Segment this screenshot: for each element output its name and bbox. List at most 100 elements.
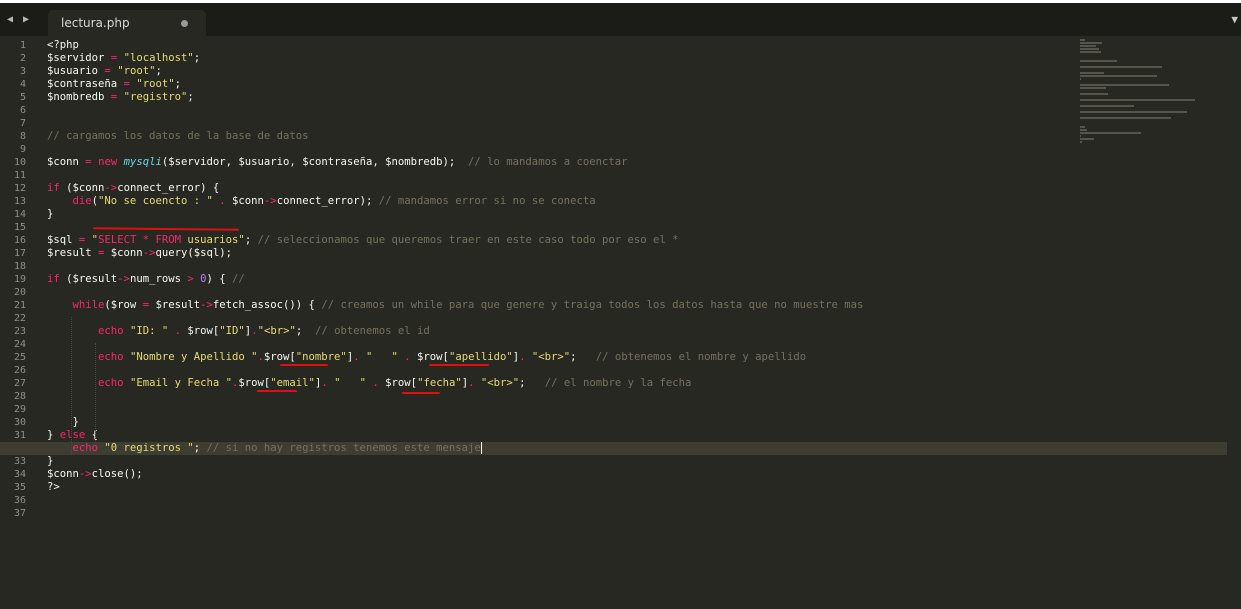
code-line[interactable] (47, 390, 1077, 403)
code-line[interactable]: echo "0 registros "; // si no hay regist… (0, 442, 1227, 455)
code-token: mysqli (123, 156, 162, 168)
annotation-underline (402, 392, 440, 394)
minimap[interactable] (1080, 39, 1210, 143)
code-line[interactable]: $servidor = "localhost"; (47, 52, 1077, 65)
chevron-down-icon[interactable]: ▼ (1231, 13, 1238, 26)
minimap-line (1080, 51, 1101, 53)
code-line[interactable]: die("No se coencto : " . $conn->connect_… (47, 195, 1077, 208)
code-token: $nombredb (47, 91, 111, 103)
code-token: ?> (47, 481, 60, 493)
code-line[interactable] (47, 507, 1077, 520)
line-number: 37 (13, 508, 26, 519)
code-line[interactable]: ?> (47, 481, 1077, 494)
line-number: 36 (13, 495, 26, 506)
minimap-line (1080, 117, 1171, 119)
code-line[interactable]: $conn->close(); (47, 468, 1077, 481)
code-token: fetch_assoc()) { (212, 299, 322, 311)
code-line[interactable] (47, 286, 1077, 299)
code-line[interactable] (47, 494, 1077, 507)
code-token: " " (365, 351, 398, 363)
code-token: -> (117, 273, 130, 285)
code-token: { (85, 429, 99, 441)
code-line[interactable]: echo "Email y Fecha ".$row["email"]. " "… (47, 377, 1077, 390)
code-line[interactable] (47, 403, 1077, 416)
code-token: // el nombre y la fecha (544, 377, 692, 389)
code-line[interactable]: } else { (47, 429, 1077, 442)
code-line[interactable] (47, 312, 1077, 325)
code-line[interactable]: $result = $conn->query($sql); (47, 247, 1077, 260)
line-number: 21 (13, 300, 26, 311)
line-number: 7 (19, 118, 26, 129)
code-line[interactable]: $conn = new mysqli($servidor, $usuario, … (47, 156, 1077, 169)
minimap-line (1080, 99, 1196, 101)
line-number: 16 (13, 235, 26, 246)
code-line[interactable]: $contraseña = "root"; (47, 78, 1077, 91)
code-line[interactable]: $usuario = "root"; (47, 65, 1077, 78)
code-line[interactable]: } (47, 416, 1077, 429)
code-line[interactable]: echo "Nombre y Apellido ".$row["nombre"]… (47, 351, 1077, 364)
code-line[interactable]: // cargamos los datos de la base de dato… (47, 130, 1077, 143)
line-number: 12 (13, 183, 26, 194)
code-token: "Email y Fecha " (129, 377, 232, 389)
indent-guide (71, 317, 72, 454)
code-line[interactable]: while($row = $result->fetch_assoc()) { /… (47, 299, 1077, 312)
line-number: 30 (13, 417, 26, 428)
code-editor[interactable]: 1 2 3 4 5 6 7 8 9 10 11 12 13 14 15 16 17 18 19 20 21 22 23 24 2… (0, 39, 1241, 609)
code-token: ; (193, 442, 207, 454)
code-line[interactable]: } (47, 208, 1077, 221)
code-token: "root" (136, 78, 175, 90)
code-line[interactable]: if ($result->num_rows > 0) { // (47, 273, 1077, 286)
triangle-left-icon[interactable]: ◀ (7, 15, 13, 25)
code-token: <?php (47, 39, 79, 51)
code-token: echo (98, 351, 124, 363)
code-line[interactable] (47, 260, 1077, 273)
code-line[interactable]: } (47, 455, 1077, 468)
code-token: ($row (104, 299, 143, 311)
code-token: close(); (91, 468, 143, 480)
code-token: } (47, 208, 54, 220)
code-line[interactable]: echo "ID: " . $row["ID"]."<br>"; // obte… (47, 325, 1077, 338)
line-number: 6 (19, 105, 26, 116)
line-number: 11 (13, 170, 26, 181)
line-number: 20 (13, 287, 26, 298)
code-token: "fecha" (417, 377, 462, 389)
code-token: "ID" (219, 325, 245, 337)
dot-icon[interactable] (181, 20, 188, 27)
code-token: } (47, 455, 54, 467)
annotation-underline (429, 364, 489, 366)
line-number: 8 (19, 131, 26, 142)
code-line[interactable] (47, 364, 1077, 377)
minimap-line (1080, 126, 1085, 128)
code-line[interactable]: $nombredb = "registro"; (47, 91, 1077, 104)
minimap-line (1080, 78, 1081, 80)
code-token: // creamos un while para que genere y tr… (321, 299, 864, 311)
triangle-right-icon[interactable]: ▶ (23, 15, 29, 25)
code-token: ; (155, 65, 162, 77)
code-line[interactable] (47, 117, 1077, 130)
minimap-line (1080, 45, 1097, 47)
line-number: 31 (13, 430, 26, 441)
code-line[interactable] (47, 169, 1077, 182)
minimap-line (1080, 42, 1102, 44)
code-line[interactable]: $sql = "SELECT * FROM usuarios"; // sele… (47, 234, 1077, 247)
code-token: } (47, 416, 79, 428)
minimap-line (1080, 93, 1108, 95)
code-token: } (47, 429, 60, 441)
tab-lectura-php[interactable]: lectura.php (48, 10, 206, 37)
code-line[interactable] (47, 338, 1077, 351)
code-area[interactable]: <?php $servidor = "localhost"; $usuario = … (0, 39, 1227, 520)
code-line[interactable]: if ($conn->connect_error) { (47, 182, 1077, 195)
code-token: // cargamos los datos de la base de dato… (47, 130, 309, 142)
code-token: echo (98, 325, 124, 337)
line-number: 4 (19, 79, 26, 90)
code-line[interactable]: <?php (47, 39, 1077, 52)
code-line[interactable] (47, 104, 1077, 117)
code-token: " " (334, 377, 366, 389)
minimap-line (1080, 60, 1117, 62)
annotation-underline (257, 390, 297, 392)
code-line[interactable] (47, 143, 1077, 156)
